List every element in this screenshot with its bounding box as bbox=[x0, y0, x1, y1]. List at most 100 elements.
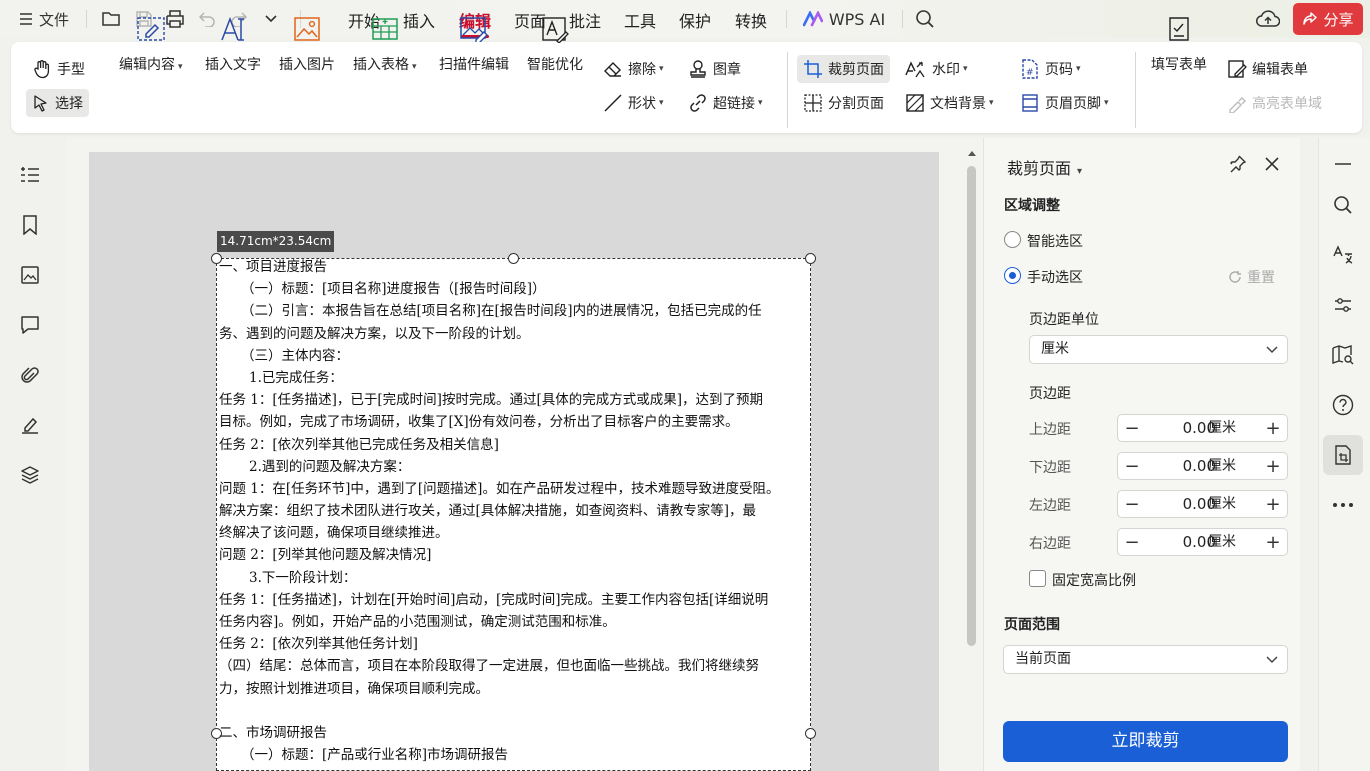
comment-icon[interactable] bbox=[17, 312, 43, 338]
insert-table-button[interactable]: 插入表格 ▾ bbox=[353, 12, 417, 74]
margin-unit-value: 厘米 bbox=[1041, 341, 1069, 357]
select-tool-button[interactable]: 选择 bbox=[26, 89, 89, 117]
fill-form-label: 填写表单 bbox=[1151, 57, 1207, 73]
page-number-button[interactable]: # 页码 ▾ bbox=[1014, 55, 1087, 83]
signature-icon[interactable] bbox=[17, 412, 43, 438]
line-shape-icon bbox=[603, 93, 623, 113]
crop-page-icon[interactable] bbox=[1330, 442, 1356, 468]
manual-select-label[interactable]: 手动选区 bbox=[1027, 267, 1083, 287]
share-button[interactable]: 分享 bbox=[1293, 3, 1363, 35]
cloud-upload-icon[interactable] bbox=[1254, 0, 1282, 38]
wps-ai-label: WPS AI bbox=[828, 9, 886, 29]
manual-select-radio[interactable] bbox=[1004, 267, 1021, 284]
edit-form-label: 编辑表单 bbox=[1252, 62, 1308, 78]
increment-button[interactable]: + bbox=[1259, 491, 1287, 517]
decrement-button[interactable]: − bbox=[1118, 415, 1146, 441]
link-icon bbox=[688, 93, 708, 113]
doc-line: 任务 1：[任务描述]，已于[完成时间]按时完成。通过[具体的完成方式或成果]，… bbox=[219, 392, 763, 409]
crop-page-button[interactable]: 裁剪页面 bbox=[797, 55, 890, 83]
scrollbar-thumb[interactable] bbox=[967, 166, 976, 646]
hyperlink-button[interactable]: 超链接 ▾ bbox=[682, 89, 769, 117]
doc-line: （一）标题：[产品或行业名称]市场调研报告 bbox=[241, 747, 509, 764]
edit-content-icon bbox=[136, 12, 166, 46]
margin-bottom-stepper[interactable]: − 0.00 厘米 + bbox=[1117, 452, 1288, 480]
doc-line: 任务 2：[依次列举其他已完成任务及相关信息] bbox=[219, 436, 499, 453]
outline-icon[interactable] bbox=[17, 162, 43, 188]
margin-left-stepper[interactable]: − 0.00 厘米 + bbox=[1117, 490, 1288, 518]
crop-page-label: 裁剪页面 bbox=[828, 62, 884, 78]
increment-button[interactable]: + bbox=[1259, 529, 1287, 555]
shape-button[interactable]: 形状 ▾ bbox=[597, 89, 670, 117]
translate-icon[interactable] bbox=[1330, 242, 1356, 268]
edit-form-button[interactable]: 编辑表单 bbox=[1221, 55, 1314, 83]
scan-edit-icon bbox=[459, 12, 489, 46]
smart-select-radio[interactable] bbox=[1004, 231, 1021, 248]
cursor-icon bbox=[32, 94, 50, 112]
chevron-down-icon bbox=[1266, 654, 1278, 664]
watermark-button[interactable]: 水印 ▾ bbox=[899, 55, 974, 83]
increment-button[interactable]: + bbox=[1259, 415, 1287, 441]
minimize-panel-icon[interactable] bbox=[1330, 151, 1356, 177]
margin-top-label: 上边距 bbox=[1029, 422, 1071, 438]
help-icon[interactable] bbox=[1330, 392, 1356, 418]
tab-convert[interactable]: 转换 bbox=[735, 8, 767, 32]
erase-button[interactable]: 擦除 ▾ bbox=[597, 55, 670, 83]
crop-now-button[interactable]: 立即裁剪 bbox=[1003, 721, 1288, 762]
edit-form-icon bbox=[1227, 59, 1247, 79]
margin-right-stepper[interactable]: − 0.00 厘米 + bbox=[1117, 528, 1288, 556]
image-icon bbox=[293, 12, 321, 46]
decrement-button[interactable]: − bbox=[1118, 529, 1146, 555]
page-number-label: 页码 bbox=[1045, 62, 1073, 78]
split-page-button[interactable]: 分割页面 bbox=[797, 89, 890, 117]
more-icon[interactable] bbox=[1330, 492, 1356, 518]
increment-button[interactable]: + bbox=[1259, 453, 1287, 479]
header-footer-button[interactable]: 页眉页脚 ▾ bbox=[1014, 89, 1115, 117]
highlight-form-button[interactable]: 高亮表单域 bbox=[1221, 89, 1328, 117]
scroll-up-arrow-icon bbox=[968, 151, 976, 156]
doc-line: 问题 2：[列举其他问题及解决情况] bbox=[219, 547, 432, 564]
doc-line: 终解决了该问题，确保项目继续推进。 bbox=[219, 525, 449, 542]
adjust-settings-icon[interactable] bbox=[1330, 292, 1356, 318]
region-adjust-heading: 区域调整 bbox=[1004, 198, 1060, 214]
stamp-button[interactable]: 图章 bbox=[682, 55, 747, 83]
vertical-scrollbar[interactable] bbox=[966, 148, 978, 771]
panel-title-dropdown[interactable]: 裁剪页面 ▾ bbox=[1007, 155, 1082, 179]
smart-optimize-button[interactable]: 智能优化 bbox=[527, 12, 583, 74]
wps-ai-button[interactable]: WPS AI bbox=[798, 0, 890, 38]
search-icon[interactable] bbox=[912, 0, 938, 38]
doc-background-button[interactable]: 文档背景 ▾ bbox=[899, 89, 1000, 117]
decrement-button[interactable]: − bbox=[1118, 453, 1146, 479]
layers-icon[interactable] bbox=[17, 462, 43, 488]
insert-image-button[interactable]: 插入图片 bbox=[279, 12, 335, 74]
scan-edit-button[interactable]: 扫描件编辑 bbox=[439, 12, 509, 74]
doc-line: 问题 1：在[任务环节]中，遇到了[问题描述]。如在产品研发过程中，技术难题导致… bbox=[219, 480, 780, 497]
file-menu[interactable]: 文件 bbox=[14, 0, 74, 38]
margin-left-unit: 厘米 bbox=[1208, 496, 1236, 512]
fill-form-button[interactable]: 填写表单 bbox=[1151, 12, 1207, 74]
bookmark-icon[interactable] bbox=[17, 212, 43, 238]
tab-tools[interactable]: 工具 bbox=[624, 8, 656, 32]
page-range-select[interactable]: 当前页面 bbox=[1003, 645, 1288, 674]
insert-text-button[interactable]: 插入文字 bbox=[205, 12, 261, 74]
lock-ratio-label[interactable]: 固定宽高比例 bbox=[1052, 570, 1136, 590]
doc-line: （四）结尾：总体而言，项目在本阶段取得了一定进展，但也面临一些挑战。我们将继续努 bbox=[219, 658, 759, 675]
attachment-icon[interactable] bbox=[17, 362, 43, 388]
reset-icon bbox=[1228, 270, 1242, 284]
search-icon[interactable] bbox=[1330, 192, 1356, 218]
pin-icon[interactable] bbox=[1228, 155, 1248, 175]
tab-protect[interactable]: 保护 bbox=[679, 8, 711, 32]
map-search-icon[interactable] bbox=[1330, 342, 1356, 368]
hand-label: 手型 bbox=[57, 62, 85, 78]
margin-bottom-unit: 厘米 bbox=[1208, 458, 1236, 474]
close-icon[interactable] bbox=[1263, 155, 1283, 175]
margin-unit-select[interactable]: 厘米 bbox=[1029, 335, 1288, 364]
reset-button[interactable]: 重置 bbox=[1228, 267, 1275, 287]
smart-select-label[interactable]: 智能选区 bbox=[1027, 231, 1083, 251]
margin-top-stepper[interactable]: − 0.00 厘米 + bbox=[1117, 414, 1288, 442]
thumbnail-icon[interactable] bbox=[17, 262, 43, 288]
edit-content-button[interactable]: 编辑内容 ▾ bbox=[119, 12, 183, 74]
hyperlink-label: 超链接 bbox=[713, 96, 755, 112]
lock-ratio-checkbox[interactable] bbox=[1029, 570, 1046, 587]
hand-tool-button[interactable]: 手型 bbox=[26, 55, 91, 83]
decrement-button[interactable]: − bbox=[1118, 491, 1146, 517]
